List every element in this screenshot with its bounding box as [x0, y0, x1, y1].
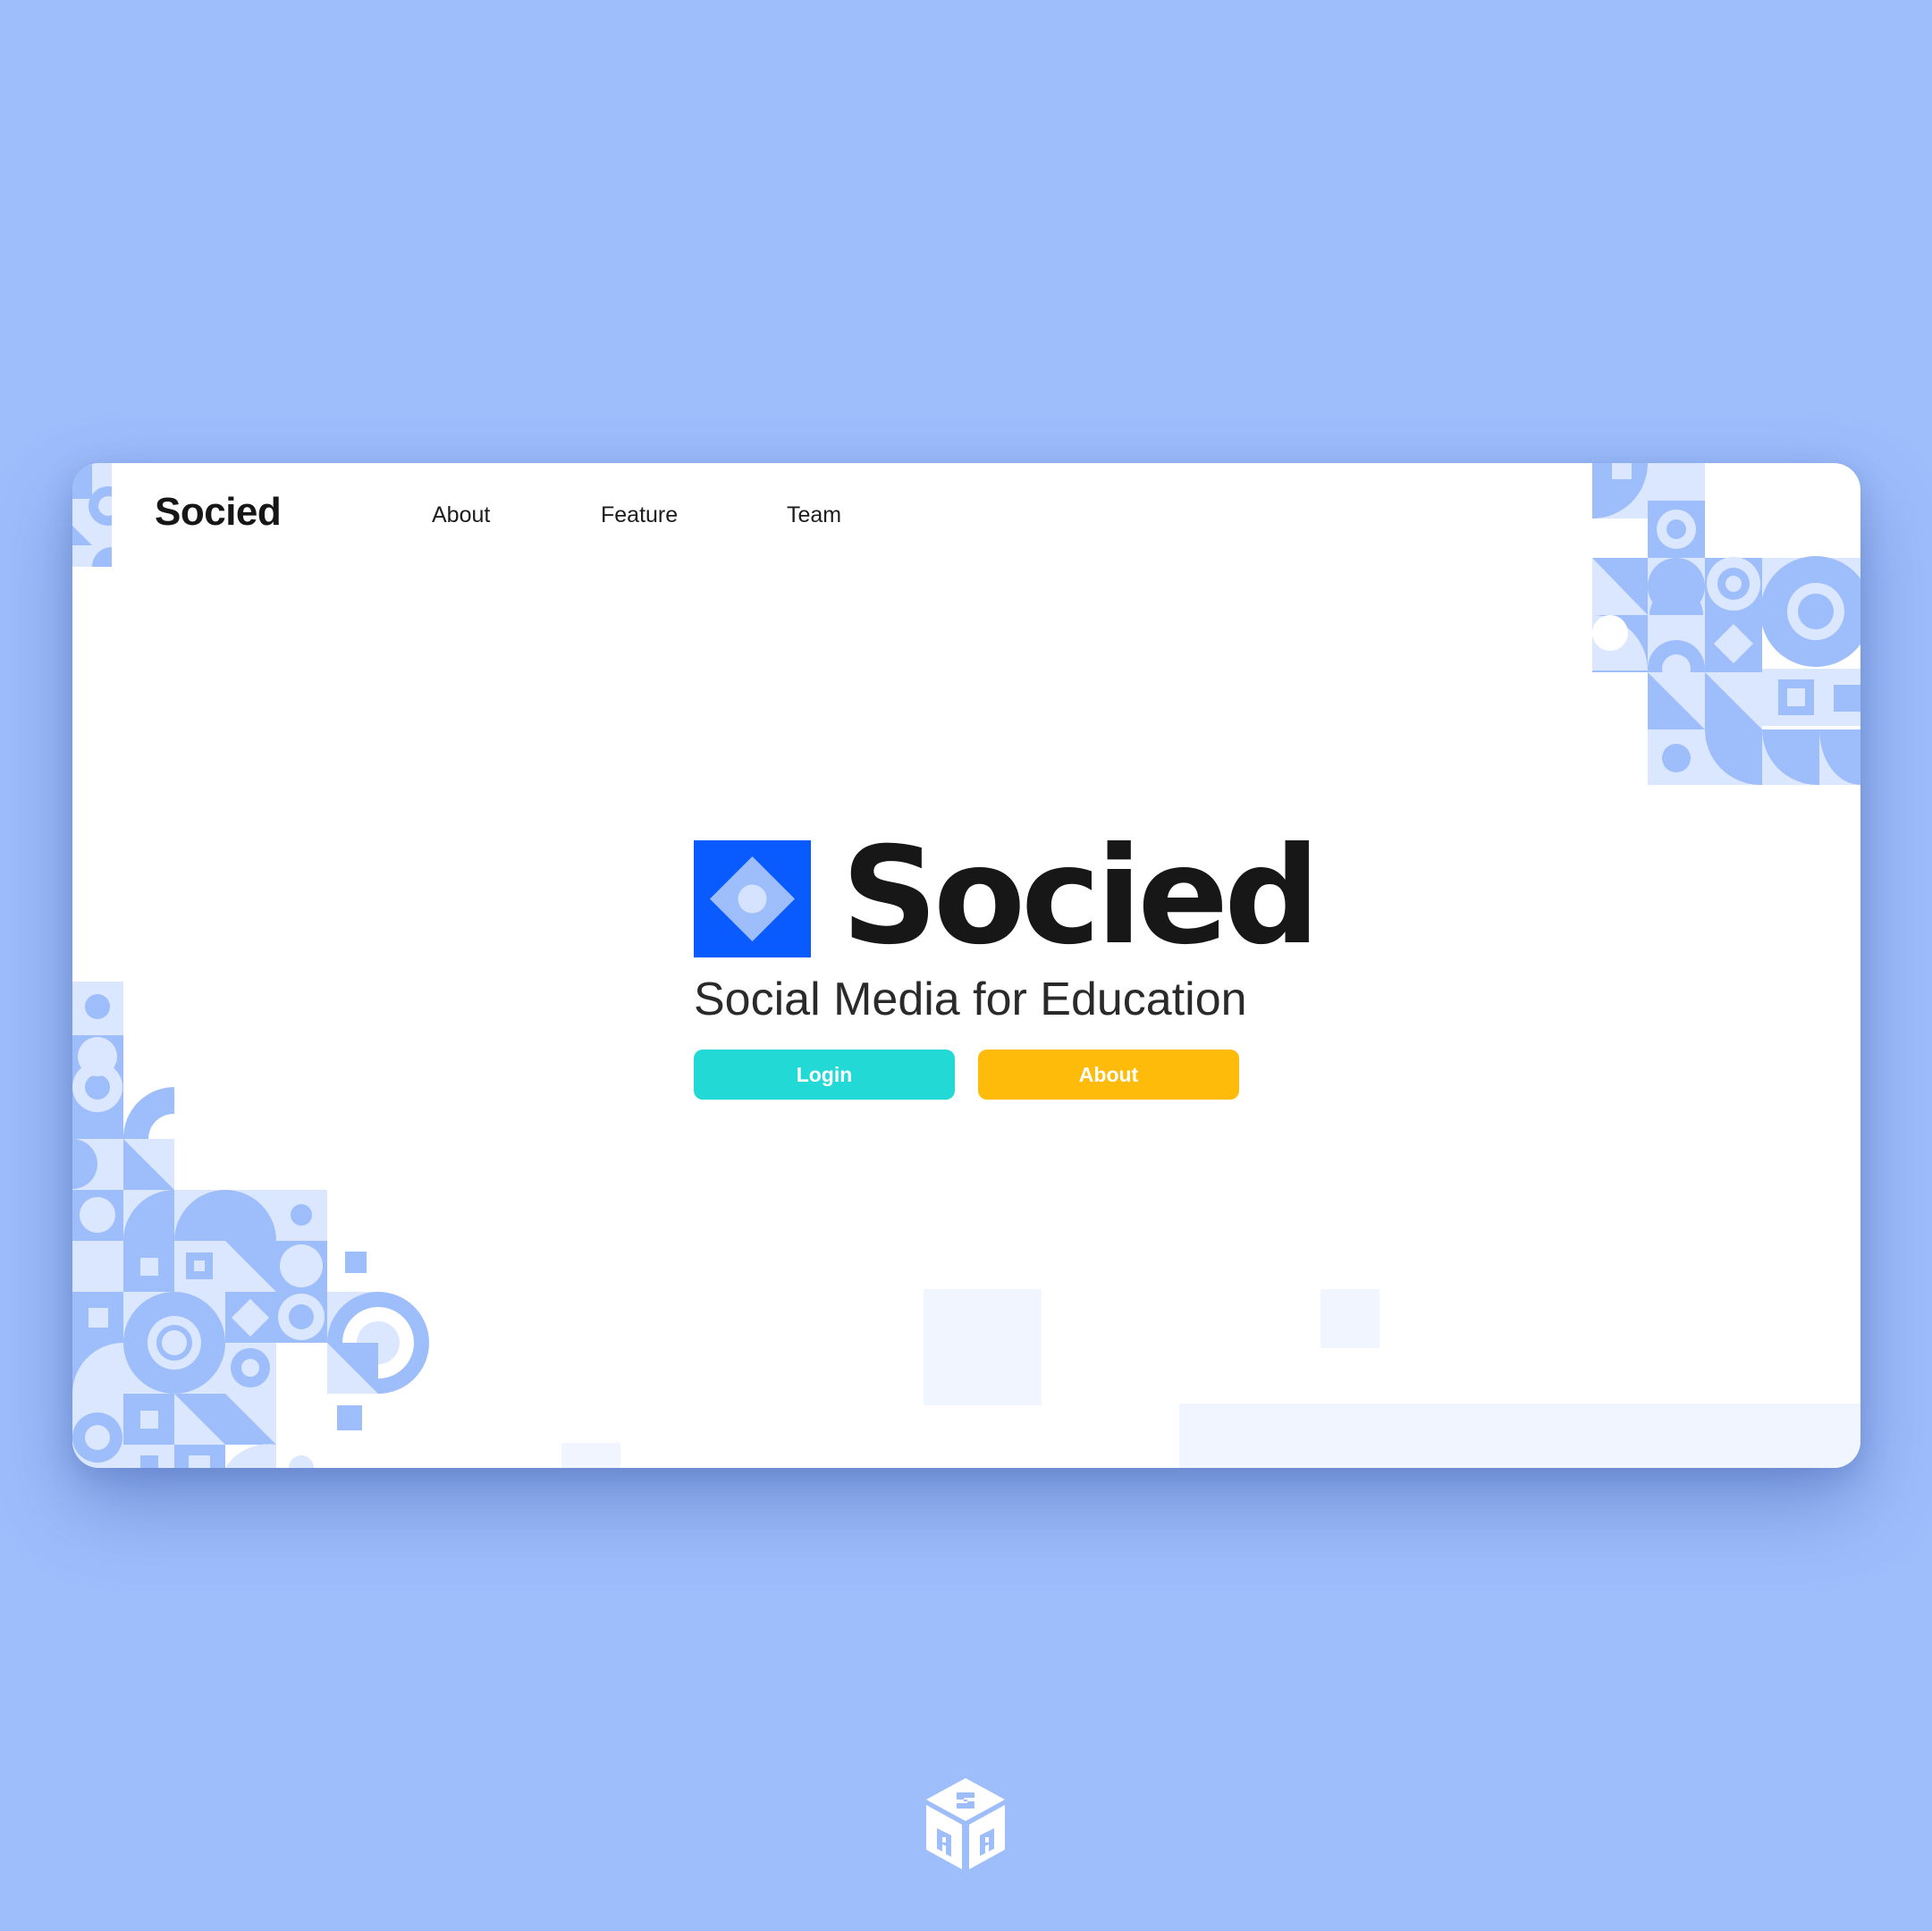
hero-title: Socied [841, 819, 1320, 974]
nav-link-feature[interactable]: Feature [601, 502, 678, 528]
corner-pattern-top-left [72, 463, 112, 567]
hero-tagline: Social Media for Education [694, 974, 1247, 1025]
decor-block [1179, 1404, 1860, 1468]
corner-pattern-bottom-left [72, 982, 429, 1468]
brand-logo-icon [694, 840, 811, 957]
corner-pattern-top-right [1592, 463, 1860, 785]
login-button[interactable]: Login [694, 1050, 955, 1100]
nav-brand[interactable]: Socied [155, 490, 282, 535]
decor-block [1320, 1289, 1379, 1348]
about-button[interactable]: About [978, 1050, 1239, 1100]
landing-page-card: Socied About Feature Team Socied Social … [72, 463, 1860, 1468]
watermark-cube-icon [926, 1778, 1005, 1869]
decor-block [924, 1289, 1042, 1405]
decor-block [561, 1443, 620, 1468]
nav-link-team[interactable]: Team [787, 502, 841, 528]
nav-link-about[interactable]: About [432, 502, 490, 528]
